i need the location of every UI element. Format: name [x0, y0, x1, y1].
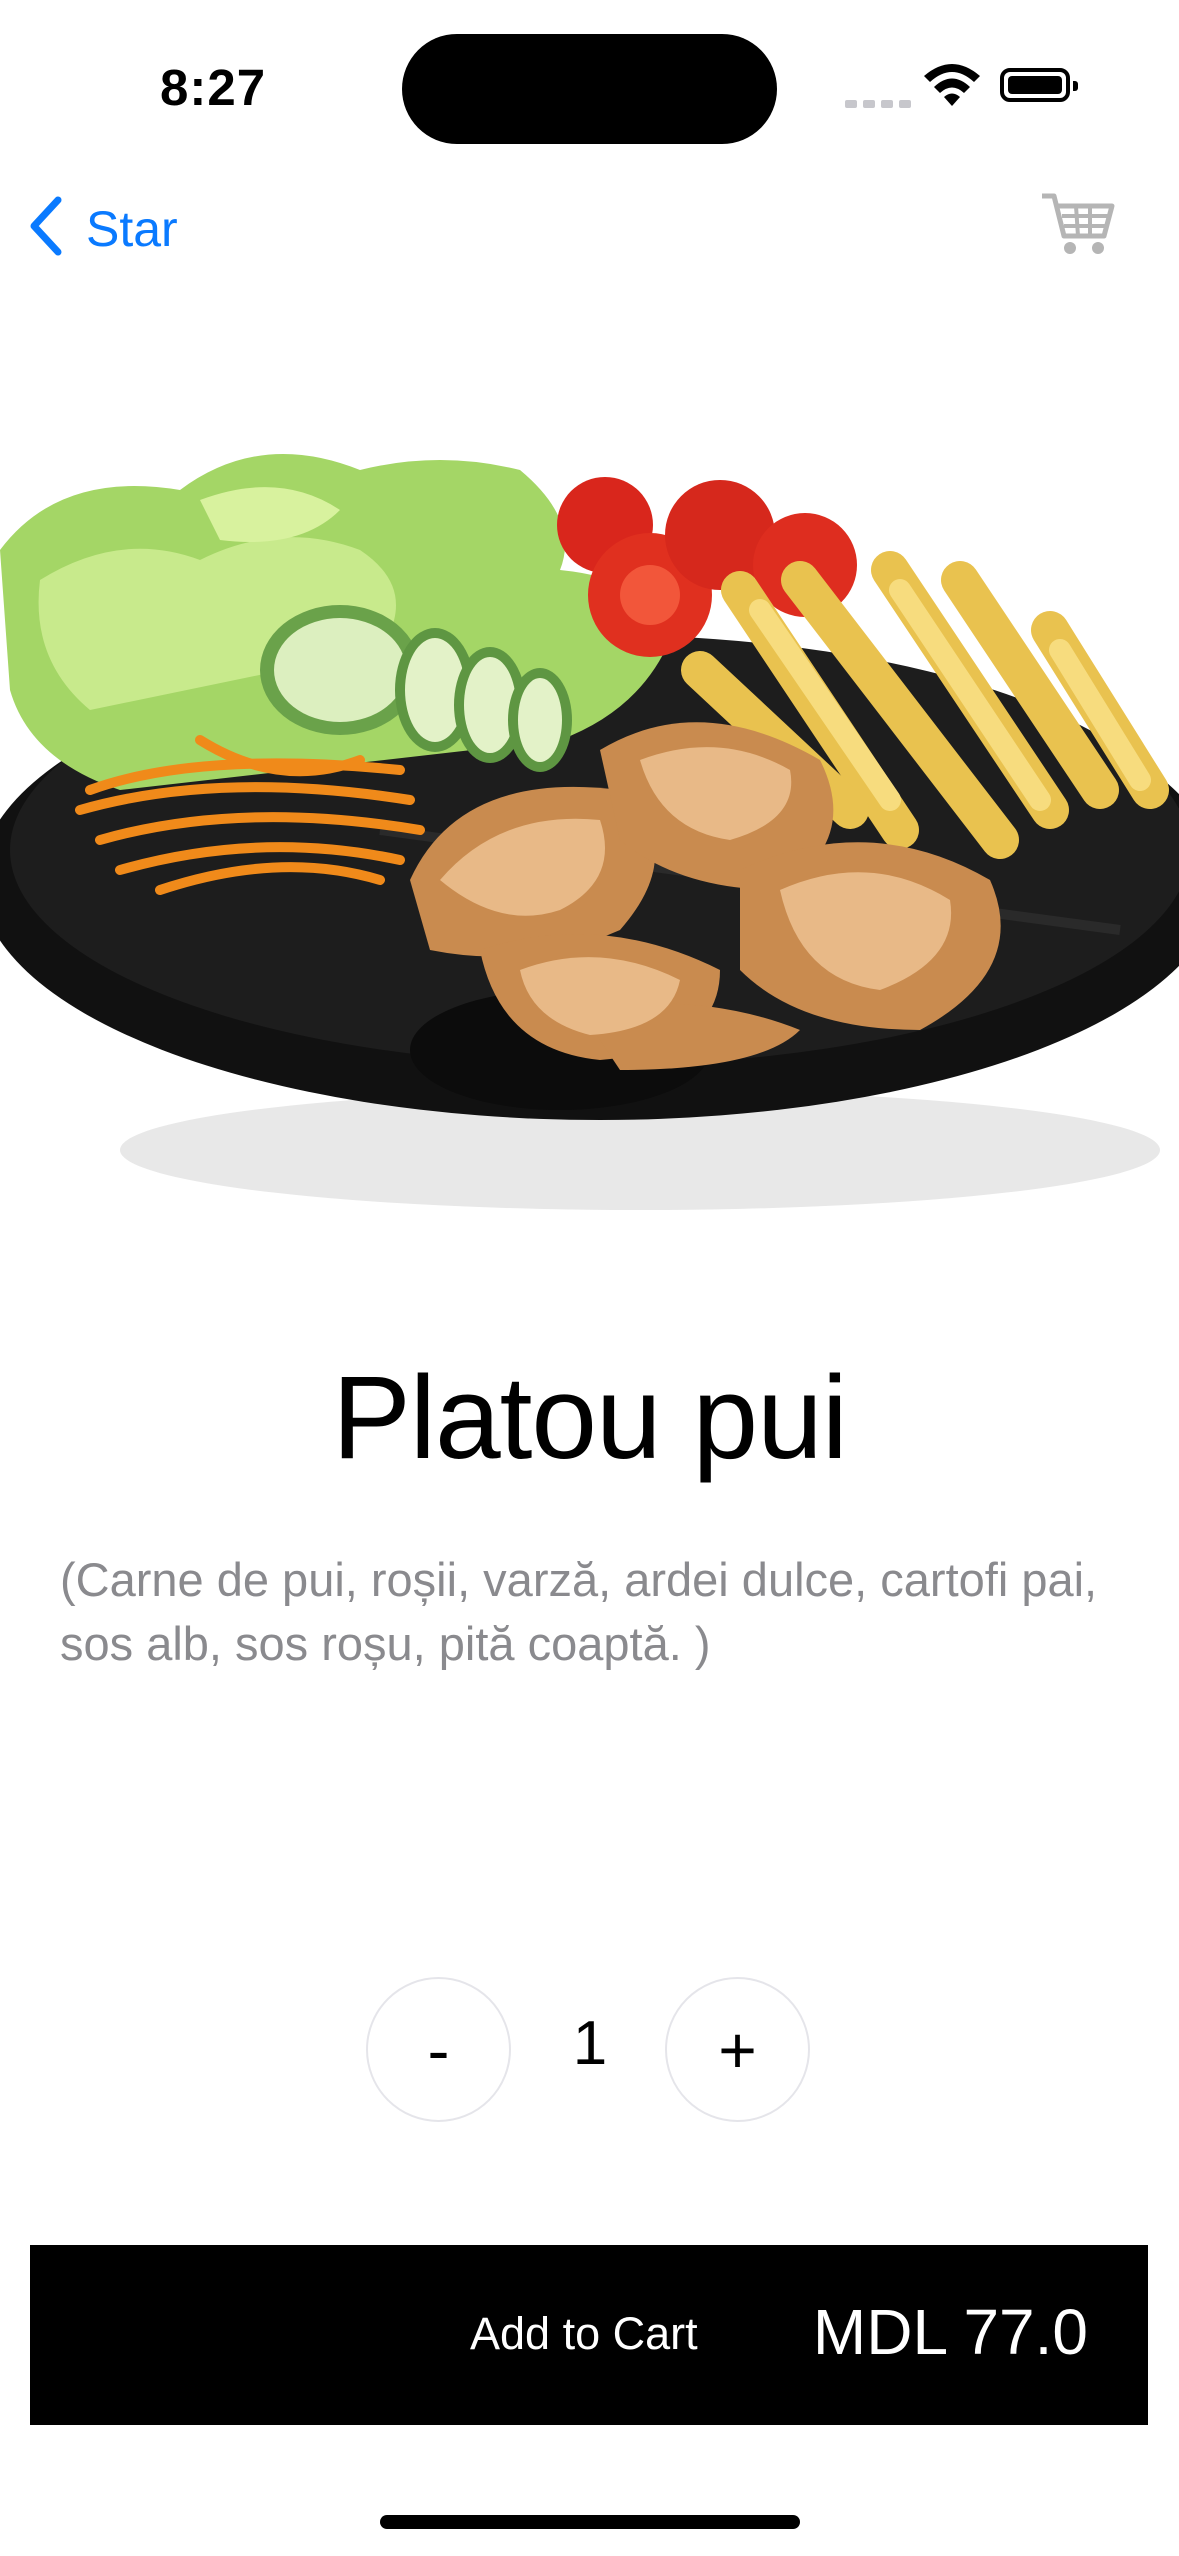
wifi-icon: [922, 62, 982, 113]
cart-icon[interactable]: [1040, 192, 1116, 263]
product-title: Platou pui: [332, 1352, 848, 1484]
dynamic-island: [402, 34, 777, 144]
chevron-left-icon: [26, 196, 64, 261]
product-image: [0, 410, 1179, 1230]
add-to-cart-label: Add to Cart: [470, 2308, 698, 2359]
product-description: (Carne de pui, roșii, varză, ardei dulce…: [60, 1553, 1098, 1670]
back-label: Star: [86, 200, 178, 257]
back-button[interactable]: Star: [26, 196, 178, 261]
home-indicator: [380, 2515, 800, 2529]
status-time: 8:27: [160, 59, 267, 116]
quantity-value: 1: [572, 2009, 608, 2078]
increase-quantity-button[interactable]: +: [665, 1977, 810, 2122]
cellular-signal-icon: [845, 95, 917, 113]
decrease-quantity-button[interactable]: -: [366, 1977, 511, 2122]
battery-icon: [1000, 68, 1078, 102]
price-label: MDL 77.0: [812, 2296, 1088, 2368]
add-to-cart-button[interactable]: Add to Cart MDL 77.0: [30, 2245, 1148, 2425]
